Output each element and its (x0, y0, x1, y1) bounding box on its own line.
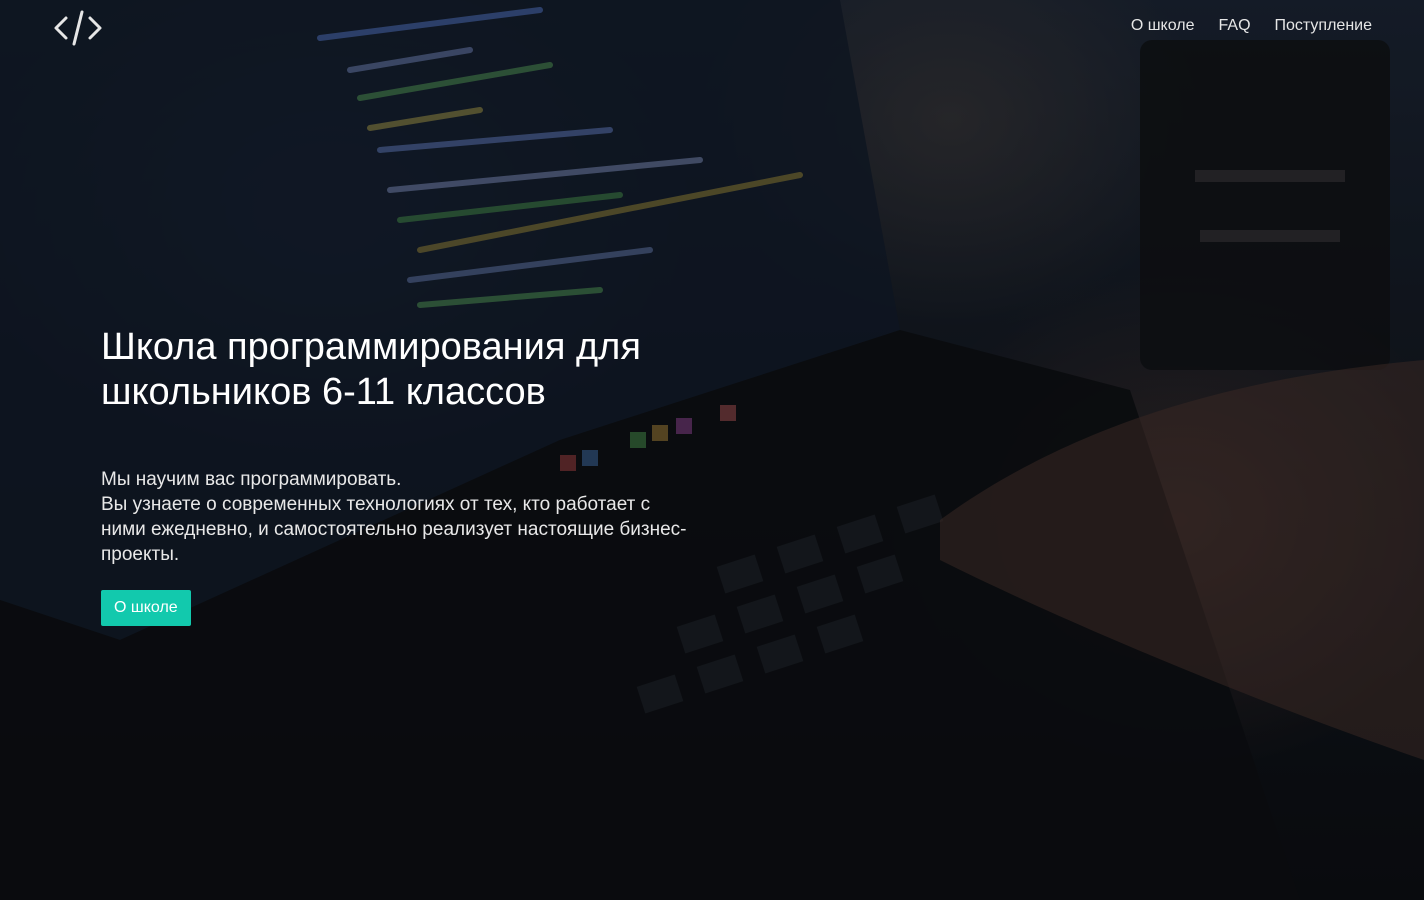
about-school-button[interactable]: О школе (101, 590, 191, 626)
nav-link-faq[interactable]: FAQ (1219, 16, 1251, 36)
nav-link-admission[interactable]: Поступление (1275, 16, 1372, 36)
hero-section: Школа программирования для школьников 6-… (101, 325, 701, 626)
hero-text-line-2: Вы узнаете о современных технологиях от … (101, 494, 687, 565)
code-brackets-icon[interactable] (52, 8, 104, 48)
hero-description: Мы научим вас программировать. Вы узнает… (101, 467, 691, 567)
nav-link-about[interactable]: О школе (1131, 16, 1195, 36)
hero-title: Школа программирования для школьников 6-… (101, 326, 641, 413)
hero-text-line-1: Мы научим вас программировать. (101, 469, 402, 490)
top-navigation: О школе FAQ Поступление (1131, 16, 1372, 36)
